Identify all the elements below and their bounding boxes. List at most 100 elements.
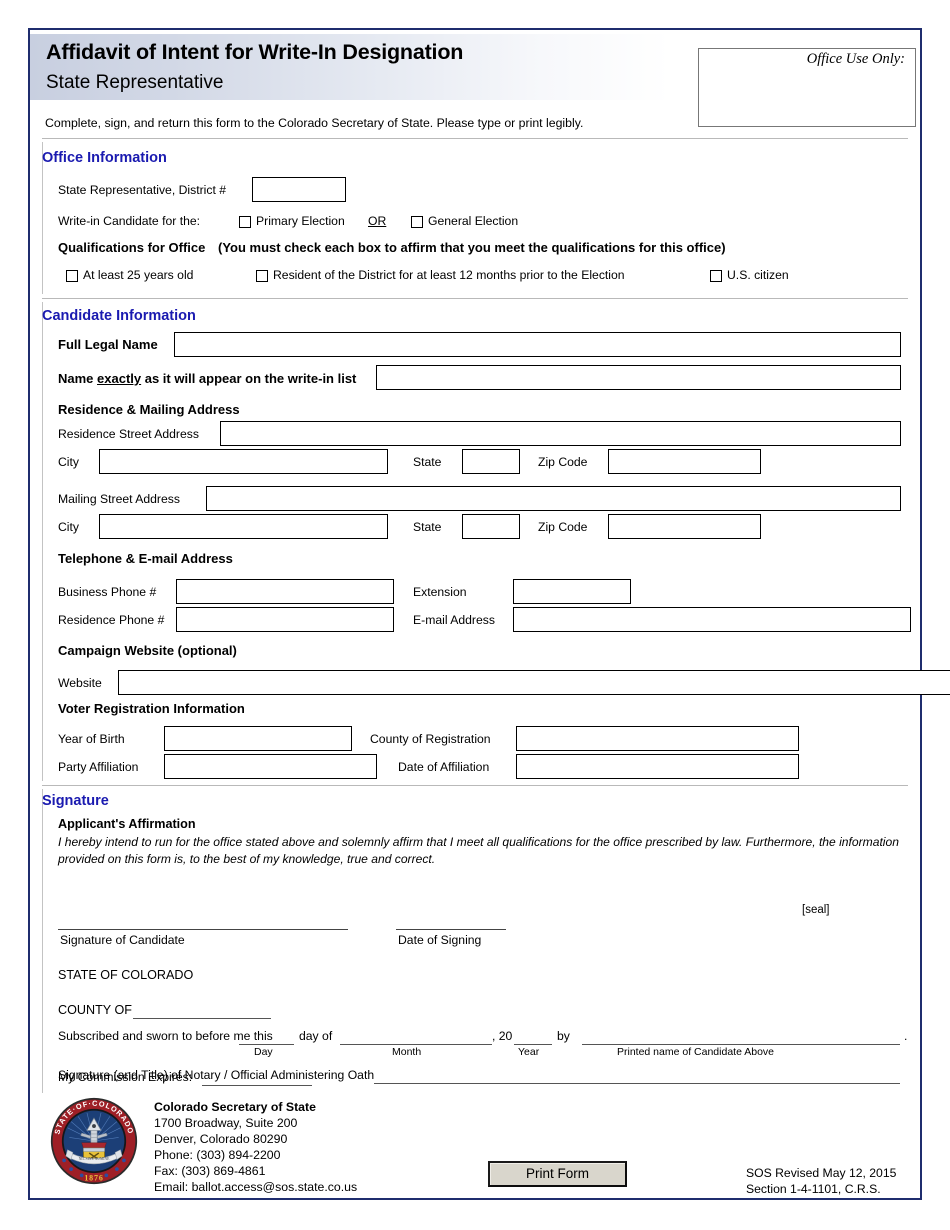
commission-expires-label: My Commission Expires: [58,1070,193,1084]
sworn-prefix-label: Subscribed and sworn to before me this [58,1029,273,1043]
footer-fax: Fax: (303) 869-4861 [154,1164,266,1178]
county-of-registration-label: County of Registration [370,732,491,746]
svg-text:1876: 1876 [84,1174,103,1183]
business-phone-input[interactable] [176,579,394,604]
day-caption: Day [254,1046,273,1058]
website-input[interactable] [118,670,950,695]
writein-name-label: Name exactly as it will appear on the wr… [58,371,356,386]
mailing-zip-label: Zip Code [538,520,588,534]
writein-candidate-label: Write-in Candidate for the: [58,214,201,228]
notary-signature-line[interactable] [374,1083,900,1084]
full-legal-name-label: Full Legal Name [58,337,158,352]
residence-zip-input[interactable] [608,449,761,474]
sworn-period: . [904,1029,908,1043]
checkbox-general-election[interactable] [411,216,423,228]
mailing-state-input[interactable] [462,514,520,539]
section-divider [42,785,908,786]
telephone-heading: Telephone & E-mail Address [58,551,233,566]
footer-address-line2: Denver, Colorado 80290 [154,1132,288,1146]
mailing-city-label: City [58,520,79,534]
seal-marker: [seal] [802,904,830,916]
section-office-information: Office Information State Representative,… [30,138,920,298]
general-election-label: General Election [428,214,519,228]
signature-of-candidate-line[interactable] [58,929,348,930]
colorado-state-seal: NIL SINE NUMINE STATE·OF·COLORADO 1876 [50,1097,138,1185]
sworn-year-line[interactable] [514,1044,552,1045]
sworn-name-line[interactable] [582,1044,900,1045]
date-of-signing-label: Date of Signing [398,933,482,947]
residence-state-input[interactable] [462,449,520,474]
candidate-information-heading: Candidate Information [42,308,196,324]
printed-name-caption: Printed name of Candidate Above [617,1046,775,1058]
primary-election-label: Primary Election [256,214,345,228]
extension-input[interactable] [513,579,631,604]
office-information-heading: Office Information [42,150,167,166]
commission-expires-line[interactable] [202,1085,312,1086]
checkbox-citizen-qualification[interactable] [710,270,722,282]
footer-phone: Phone: (303) 894-2200 [154,1148,281,1162]
checkbox-age-qualification[interactable] [66,270,78,282]
sworn-day-of-label: day of [299,1029,333,1043]
qualifications-heading: Qualifications for Office [58,240,206,255]
applicants-affirmation-heading: Applicant's Affirmation [58,817,196,831]
email-label: E-mail Address [413,613,495,627]
section-signature: Signature Applicant's Affirmation I here… [30,785,920,1090]
checkbox-primary-election[interactable] [239,216,251,228]
affirmation-text: I hereby intend to run for the office st… [58,835,899,866]
sworn-month-line[interactable] [340,1044,492,1045]
residence-phone-label: Residence Phone # [58,613,165,627]
sworn-day-line[interactable] [239,1044,294,1045]
page-title: Affidavit of Intent for Write-In Designa… [46,40,464,64]
page-subtitle: State Representative [46,72,224,93]
year-caption: Year [518,1046,540,1058]
residence-state-label: State [413,455,442,469]
county-of-line[interactable] [133,1018,271,1019]
sworn-year-prefix-label: , 20 [492,1029,513,1043]
mailing-city-input[interactable] [99,514,388,539]
date-of-signing-line[interactable] [396,929,506,930]
year-of-birth-label: Year of Birth [58,732,125,746]
svg-text:NIL SINE NUMINE: NIL SINE NUMINE [79,1157,111,1161]
or-label: OR [368,214,387,228]
county-of-registration-input[interactable] [516,726,799,751]
qualifications-note: (You must check each box to affirm that … [218,240,726,255]
residence-phone-input[interactable] [176,607,394,632]
signature-of-candidate-label: Signature of Candidate [60,933,185,947]
year-of-birth-input[interactable] [164,726,352,751]
sos-revised-date: SOS Revised May 12, 2015 [746,1166,897,1180]
party-affiliation-input[interactable] [164,754,377,779]
date-of-affiliation-input[interactable] [516,754,799,779]
residency-qualification-label: Resident of the District for at least 12… [273,268,625,282]
email-input[interactable] [513,607,911,632]
section-candidate-information: Candidate Information Full Legal Name Na… [30,298,950,785]
mailing-street-input[interactable] [206,486,901,511]
mailing-zip-input[interactable] [608,514,761,539]
section-accent-line [42,302,43,781]
party-affiliation-label: Party Affiliation [58,760,139,774]
section-accent-line-tail [42,1089,43,1093]
voter-registration-heading: Voter Registration Information [58,701,245,716]
residence-city-label: City [58,455,79,469]
checkbox-residency-qualification[interactable] [256,270,268,282]
county-of-label: COUNTY OF [58,1003,132,1017]
mailing-state-label: State [413,520,442,534]
section-divider [42,298,908,299]
residence-city-input[interactable] [99,449,388,474]
footer-address-line1: 1700 Broadway, Suite 200 [154,1116,298,1130]
office-use-only-box[interactable]: Office Use Only: [698,48,916,127]
footer-email: Email: ballot.access@sos.state.co.us [154,1180,358,1194]
date-of-affiliation-label: Date of Affiliation [398,760,490,774]
district-label: State Representative, District # [58,183,226,197]
print-form-button[interactable]: Print Form [488,1161,627,1187]
full-legal-name-input[interactable] [174,332,901,357]
residence-zip-label: Zip Code [538,455,588,469]
residence-street-input[interactable] [220,421,901,446]
writein-name-input[interactable] [376,365,901,390]
instructions-text: Complete, sign, and return this form to … [45,116,584,130]
address-heading: Residence & Mailing Address [58,402,240,417]
signature-heading: Signature [42,793,109,809]
district-input[interactable] [252,177,346,202]
business-phone-label: Business Phone # [58,585,157,599]
sworn-by-label: by [557,1029,570,1043]
citizen-qualification-label: U.S. citizen [727,268,789,282]
